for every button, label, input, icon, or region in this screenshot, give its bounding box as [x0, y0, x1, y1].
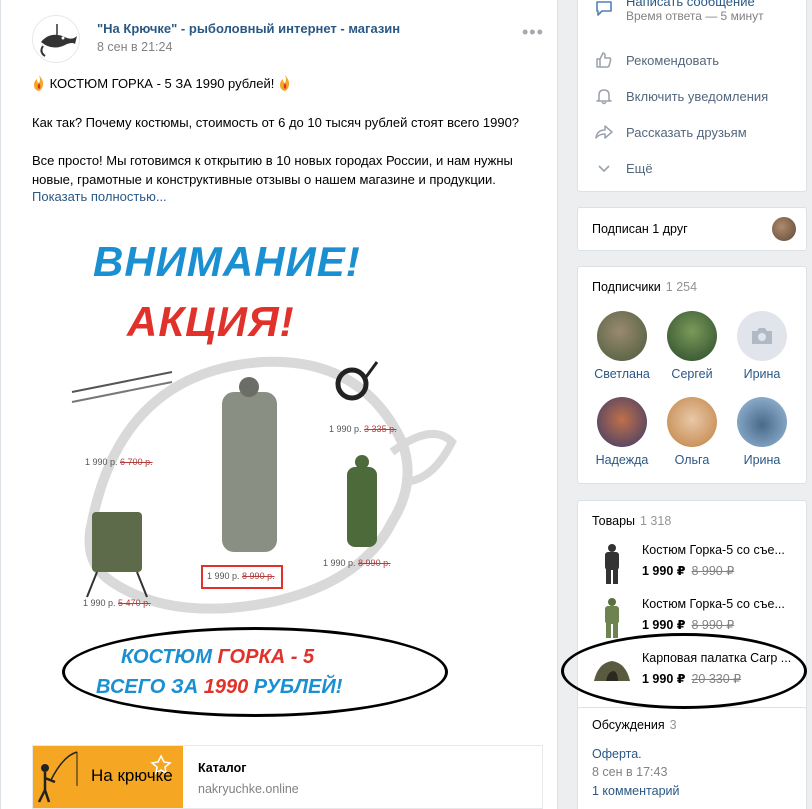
show-more-link[interactable]: Показать полностью...	[32, 189, 167, 204]
notify-button[interactable]: Включить уведомления	[594, 85, 768, 107]
post-question: Как так? Почему костюмы, стоимость от 6 …	[32, 115, 520, 130]
subscriber-item[interactable]: Светлана	[587, 311, 657, 381]
recommend-label: Рекомендовать	[626, 52, 719, 68]
promo-slogan-line1: КОСТЮМ ГОРКА - 5	[121, 646, 315, 668]
subscriber-item[interactable]: Ольга	[657, 397, 727, 467]
actions-card: Написать сообщение Время ответа — 5 мину…	[577, 0, 807, 192]
link-attachment[interactable]: На крючке Каталог nakryuchke.online	[32, 745, 543, 809]
post-paragraph-line1: Все просто! Мы готовимся к открытию в 10…	[32, 153, 513, 168]
message-label: Написать сообщение	[626, 0, 755, 9]
goods-price: 1 990 ₽8 990 ₽	[642, 564, 735, 578]
subscriber-avatar	[667, 311, 717, 361]
goods-thumbnail	[605, 544, 619, 584]
post-date[interactable]: 8 сен в 21:24	[97, 40, 172, 54]
promo-title-attention: ВНИМАНИЕ!	[93, 238, 361, 285]
fire-icon	[34, 75, 44, 91]
subscriber-avatar	[737, 397, 787, 447]
promo-slogan-line2: ВСЕГО ЗА 1990 РУБЛЕЙ!	[96, 676, 343, 698]
group-avatar[interactable]	[32, 15, 80, 63]
promo-price-suit-grey: 1 990 р. 8 990 р.	[207, 571, 275, 581]
post-menu-button[interactable]: •••	[522, 22, 544, 43]
friend-avatar[interactable]	[772, 217, 796, 241]
reply-time: Время ответа — 5 минут	[626, 8, 764, 23]
promo-price-reel: 1 990 р. 3 335 р.	[329, 424, 397, 434]
promo-price-suit-green: 1 990 р. 8 990 р.	[323, 558, 391, 568]
subscriber-name: Надежда	[595, 453, 649, 467]
share-button[interactable]: Рассказать друзьям	[594, 121, 747, 143]
discussions-header[interactable]: Обсуждения 3	[592, 718, 677, 732]
recommend-button[interactable]: Рекомендовать	[594, 49, 719, 71]
notify-label: Включить уведомления	[626, 88, 769, 104]
subscriber-name: Ирина	[743, 453, 781, 467]
subscriber-item[interactable]: Надежда	[587, 397, 657, 467]
subscribers-card: Подписчики 1 254 Светлана Сергей Ирина На…	[577, 266, 807, 484]
goods-header[interactable]: Товары 1 318	[592, 514, 671, 528]
subscriber-item[interactable]: Ирина	[727, 311, 797, 381]
subscriber-avatar	[597, 397, 647, 447]
discussion-comments[interactable]: 1 комментарий	[592, 784, 679, 798]
link-url[interactable]: nakryuchke.online	[198, 782, 299, 796]
thumbs-up-icon	[596, 52, 612, 68]
message-button[interactable]: Написать сообщение Время ответа — 5 мину…	[594, 0, 764, 23]
subscriber-item[interactable]: Сергей	[657, 311, 727, 381]
link-logo-text: На крючке	[91, 766, 173, 785]
subscriber-avatar	[737, 311, 787, 361]
post-title-text: КОСТЮМ ГОРКА - 5 ЗА 1990 рублей!	[49, 76, 275, 91]
link-title[interactable]: Каталог	[198, 761, 246, 775]
discussions-card: Обсуждения 3 Оферта. 8 сен в 17:43 1 комм…	[577, 707, 807, 809]
goods-thumbnail	[605, 598, 619, 638]
share-arrow-icon	[595, 125, 613, 139]
post-paragraph-line2: новые, грамотные и конструктивные отзывы…	[32, 172, 496, 187]
fire-icon	[279, 75, 290, 91]
subscriber-name: Светлана	[594, 367, 650, 381]
message-icon	[596, 1, 612, 16]
friends-card[interactable]: Подписан 1 друг	[577, 207, 807, 251]
subscribers-header[interactable]: Подписчики 1 254	[592, 280, 697, 294]
chevron-down-icon	[598, 165, 610, 173]
promo-title-sale: АКЦИЯ!	[127, 298, 295, 345]
subscriber-item[interactable]: Ирина	[727, 397, 797, 467]
link-thumbnail: На крючке	[33, 746, 183, 808]
subscriber-avatar	[597, 311, 647, 361]
discussion-topic[interactable]: Оферта.	[592, 747, 642, 761]
subscriber-name: Ольга	[674, 453, 710, 467]
subscriber-name: Сергей	[671, 367, 713, 381]
subscriber-name: Ирина	[743, 367, 781, 381]
goods-title: Костюм Горка-5 со съе...	[642, 597, 785, 611]
drawn-highlight-ellipse	[561, 633, 807, 709]
post-author[interactable]: "На Крючке" - рыболовный интернет - мага…	[97, 21, 400, 36]
friends-label: Подписан 1 друг	[592, 222, 688, 236]
bell-icon	[596, 89, 612, 105]
subscriber-avatar	[667, 397, 717, 447]
promo-price-rods: 1 990 р. 6 700 р.	[85, 457, 153, 467]
more-actions-button[interactable]: Ещё	[594, 157, 653, 179]
goods-item[interactable]: Костюм Горка-5 со съе... 1 990 ₽8 990 ₽	[592, 543, 802, 593]
post-title-line: КОСТЮМ ГОРКА - 5 ЗА 1990 рублей!	[32, 74, 292, 93]
wall-post: "На Крючке" - рыболовный интернет - мага…	[0, 0, 558, 809]
more-actions-label: Ещё	[626, 160, 653, 176]
goods-title: Костюм Горка-5 со съе...	[642, 543, 785, 557]
fish-logo-icon	[40, 24, 77, 57]
share-label: Рассказать друзьям	[626, 124, 747, 140]
camera-icon	[752, 328, 772, 344]
drawn-highlight-ellipse	[62, 627, 448, 717]
discussion-date: 8 сен в 17:43	[592, 765, 668, 779]
goods-price: 1 990 ₽8 990 ₽	[642, 618, 735, 632]
promo-price-chair: 1 990 р. 5 470 р.	[83, 598, 151, 608]
